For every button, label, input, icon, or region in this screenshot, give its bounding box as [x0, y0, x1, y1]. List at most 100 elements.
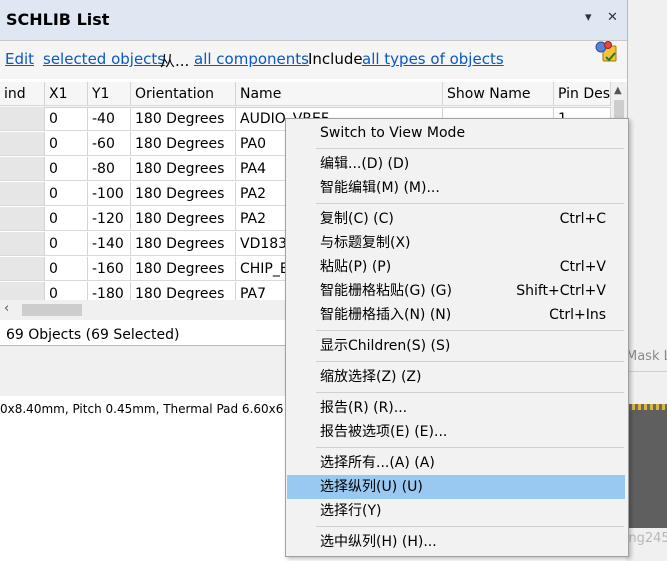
menu-item-label: 选中纵列(H) (H)... — [320, 534, 437, 550]
col-header-show-name[interactable]: Show Name — [443, 82, 554, 106]
include-label: Include — [308, 50, 363, 68]
cell-x1[interactable]: 0 — [45, 207, 88, 231]
menu-item-label: 选择行(Y) — [320, 503, 382, 519]
menu-item-zoom-selection[interactable]: 缩放选择(Z) (Z) — [286, 365, 628, 389]
menu-item-shortcut: Ctrl+C — [559, 211, 606, 227]
selected-objects-link[interactable]: selected objects — [43, 50, 165, 68]
cell-orientation[interactable]: 180 Degrees — [131, 182, 236, 206]
pin-dropdown-icon[interactable]: ▾ — [585, 10, 592, 25]
menu-item-report-selected[interactable]: 报告被选项(E) (E)... — [286, 420, 628, 444]
menu-item-label: 缩放选择(Z) (Z) — [320, 369, 422, 385]
menu-item-shortcut: Ctrl+Ins — [549, 307, 606, 323]
menu-item-label: 粘贴(P) (P) — [320, 259, 392, 275]
menu-item-paste[interactable]: 粘贴(P) (P) Ctrl+V — [286, 255, 628, 279]
cell-orientation[interactable]: 180 Degrees — [131, 132, 236, 156]
background-pcb-area — [626, 410, 667, 528]
col-header-kind[interactable]: ind — [0, 82, 45, 106]
background-tab-label: Mask L — [626, 349, 667, 364]
row-selector[interactable] — [0, 282, 45, 300]
menu-item-label: 选择纵列(U) (U) — [320, 479, 423, 495]
from-label: 从... — [160, 52, 190, 70]
cell-orientation[interactable]: 180 Degrees — [131, 257, 236, 281]
cell-x1[interactable]: 0 — [45, 257, 88, 281]
cell-y1[interactable]: -60 — [88, 132, 131, 156]
cell-y1[interactable]: -40 — [88, 107, 131, 131]
cell-y1[interactable]: -120 — [88, 207, 131, 231]
menu-item-label: Switch to View Mode — [320, 125, 466, 141]
menu-item-label: 显示Children(S) (S) — [320, 338, 451, 354]
cell-orientation[interactable]: 180 Degrees — [131, 232, 236, 256]
menu-separator — [316, 392, 624, 393]
cell-x1[interactable]: 0 — [45, 157, 88, 181]
menu-item-label: 复制(C) (C) — [320, 211, 394, 227]
menu-item-label: 智能栅格插入(N) (N) — [320, 307, 452, 323]
menu-separator — [316, 526, 624, 527]
menu-item-select-row[interactable]: 选择行(Y) — [286, 499, 628, 523]
grid-header: ind X1 Y1 Orientation Name Show Name Pin… — [0, 82, 611, 108]
scroll-up-icon[interactable]: ▲ — [614, 85, 622, 96]
cell-x1[interactable]: 0 — [45, 182, 88, 206]
menu-item-edit[interactable]: 编辑...(D) (D) — [286, 152, 628, 176]
panel-title: SCHLIB List — [6, 10, 110, 29]
row-selector[interactable] — [0, 232, 45, 256]
menu-item-smart-grid-paste[interactable]: 智能栅格粘贴(G) (G) Shift+Ctrl+V — [286, 279, 628, 303]
menu-item-report[interactable]: 报告(R) (R)... — [286, 396, 628, 420]
menu-separator — [316, 203, 624, 204]
menu-item-smart-edit[interactable]: 智能编辑(M) (M)... — [286, 176, 628, 200]
panel-toolbar: Edit selected objects 从... all component… — [0, 41, 627, 79]
query-builder-icon[interactable] — [594, 40, 618, 64]
cell-orientation[interactable]: 180 Degrees — [131, 207, 236, 231]
menu-separator — [316, 148, 624, 149]
all-components-link[interactable]: all components — [194, 50, 309, 68]
menu-item-copy-with-header[interactable]: 与标题复制(X) — [286, 231, 628, 255]
col-header-orientation[interactable]: Orientation — [131, 82, 236, 106]
horizontal-scroll-thumb[interactable] — [22, 304, 82, 316]
scroll-left-icon[interactable]: ‹ — [4, 301, 9, 316]
menu-separator — [316, 330, 624, 331]
row-selector[interactable] — [0, 132, 45, 156]
menu-item-label: 智能编辑(M) (M)... — [320, 180, 440, 196]
cell-y1[interactable]: -140 — [88, 232, 131, 256]
menu-item-shortcut: Shift+Ctrl+V — [516, 283, 606, 299]
panel-titlebar: SCHLIB List ▾ ✕ — [0, 0, 627, 41]
menu-item-label: 报告被选项(E) (E)... — [320, 424, 448, 440]
menu-item-shortcut: Ctrl+V — [559, 259, 606, 275]
row-selector[interactable] — [0, 107, 45, 131]
menu-item-select-all[interactable]: 选择所有...(A) (A) — [286, 451, 628, 475]
menu-item-smart-grid-insert[interactable]: 智能栅格插入(N) (N) Ctrl+Ins — [286, 303, 628, 327]
menu-item-label: 与标题复制(X) — [320, 235, 411, 251]
edit-link[interactable]: Edit — [5, 50, 34, 68]
menu-item-show-children[interactable]: 显示Children(S) (S) — [286, 334, 628, 358]
status-bar: 69 Objects (69 Selected) — [6, 327, 180, 343]
menu-item-select-column[interactable]: 选择纵列(U) (U) — [287, 475, 625, 499]
cell-y1[interactable]: -160 — [88, 257, 131, 281]
context-menu: Switch to View Mode 编辑...(D) (D) 智能编辑(M)… — [285, 118, 629, 557]
close-icon[interactable]: ✕ — [607, 10, 618, 25]
cell-orientation[interactable]: 180 Degrees — [131, 107, 236, 131]
menu-separator — [316, 447, 624, 448]
cell-y1[interactable]: -80 — [88, 157, 131, 181]
menu-separator — [316, 361, 624, 362]
cell-y1[interactable]: -100 — [88, 182, 131, 206]
menu-item-choose-column[interactable]: 选中纵列(H) (H)... — [286, 530, 628, 554]
row-selector[interactable] — [0, 157, 45, 181]
menu-item-copy[interactable]: 复制(C) (C) Ctrl+C — [286, 207, 628, 231]
cell-orientation[interactable]: 180 Degrees — [131, 282, 236, 300]
row-selector[interactable] — [0, 182, 45, 206]
cell-x1[interactable]: 0 — [45, 232, 88, 256]
menu-item-label: 选择所有...(A) (A) — [320, 455, 435, 471]
row-selector[interactable] — [0, 257, 45, 281]
cell-x1[interactable]: 0 — [45, 282, 88, 300]
col-header-name[interactable]: Name — [236, 82, 443, 106]
cell-y1[interactable]: -180 — [88, 282, 131, 300]
cell-orientation[interactable]: 180 Degrees — [131, 157, 236, 181]
col-header-x1[interactable]: X1 — [45, 82, 88, 106]
footprint-description: 0x8.40mm, Pitch 0.45mm, Thermal Pad 6.60… — [0, 402, 284, 416]
col-header-pin-designator[interactable]: Pin Des — [554, 82, 611, 106]
row-selector[interactable] — [0, 207, 45, 231]
cell-x1[interactable]: 0 — [45, 132, 88, 156]
all-types-link[interactable]: all types of objects — [362, 50, 504, 68]
menu-item-switch-view-mode[interactable]: Switch to View Mode — [286, 121, 628, 145]
col-header-y1[interactable]: Y1 — [88, 82, 131, 106]
cell-x1[interactable]: 0 — [45, 107, 88, 131]
